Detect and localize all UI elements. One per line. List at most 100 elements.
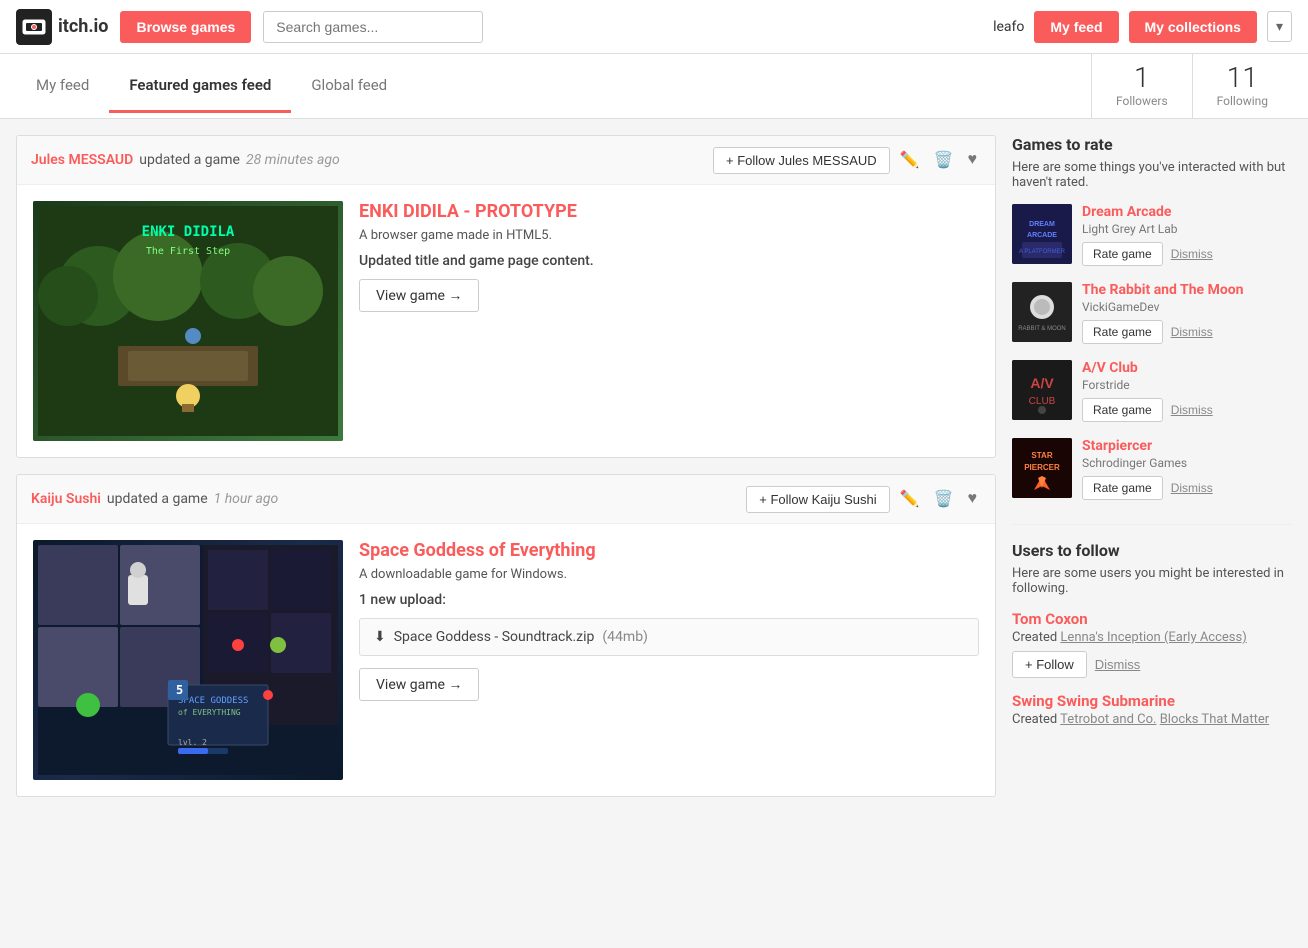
rate-game-dev-dream[interactable]: Light Grey Art Lab [1082,222,1292,236]
followers-count: 1 [1116,64,1168,92]
users-to-follow-desc: Here are some users you might be interes… [1012,566,1292,596]
rate-game-actions-dream: Rate game Dismiss [1082,242,1292,266]
thumb-space-art: SPACE GODDESS of EVERYTHING 5 [33,540,343,780]
follow-name-swingswing[interactable]: Swing Swing Submarine [1012,692,1292,710]
card2-actions: + Follow Kaiju Sushi ✏️ 🗑️ ♥ [746,485,981,513]
username-label: leafo [993,19,1024,35]
feed-card-1-body: ENKI DIDILA The First Step ENKI DIDILA -… [17,185,995,457]
feed-card-2-header: Kaiju Sushi updated a game 1 hour ago + … [17,475,995,524]
rate-game-title-dream[interactable]: Dream Arcade [1082,204,1292,220]
time-text-1: 28 minutes ago [246,152,340,168]
rate-game-actions-rabbit: Rate game Dismiss [1082,320,1292,344]
followers-stat: 1 Followers [1092,54,1193,118]
browse-games-button[interactable]: Browse games [120,11,251,43]
follow-name-tomcoxon[interactable]: Tom Coxon [1012,610,1292,628]
follow-game-link-tomcoxon[interactable]: Lenna's Inception (Early Access) [1060,630,1246,645]
thumb-rabbit: RABBIT & MOON [1012,282,1072,342]
rate-button-dream[interactable]: Rate game [1082,242,1163,266]
follow-desc-tomcoxon: Created Lenna's Inception (Early Access) [1012,630,1292,645]
svg-text:lvl. 2: lvl. 2 [178,738,207,747]
rate-game-dev-starpierce[interactable]: Schrodinger Games [1082,456,1292,470]
tab-global[interactable]: Global feed [291,60,407,113]
tab-featured[interactable]: Featured games feed [109,60,291,113]
author-link-kaiju[interactable]: Kaiju Sushi [31,491,101,507]
rate-game-title-rabbit[interactable]: The Rabbit and The Moon [1082,282,1292,298]
heart-icon-1[interactable]: ♥ [964,147,982,173]
edit-icon-1[interactable]: ✏️ [896,146,924,174]
my-collections-button[interactable]: My collections [1129,11,1257,43]
dropdown-button[interactable]: ▾ [1267,11,1292,42]
dismiss-follow-tomcoxon[interactable]: Dismiss [1095,657,1141,672]
sidebar: Games to rate Here are some things you'v… [1012,135,1292,813]
svg-text:A PLATFORMER: A PLATFORMER [1019,249,1066,255]
heart-icon-2[interactable]: ♥ [964,486,982,512]
my-feed-button[interactable]: My feed [1034,11,1118,43]
follow-kaiju-button[interactable]: + Follow Kaiju Sushi [746,486,889,513]
feed-card-2: Kaiju Sushi updated a game 1 hour ago + … [16,474,996,797]
svg-text:RABBIT & MOON: RABBIT & MOON [1018,326,1066,332]
svg-text:of EVERYTHING: of EVERYTHING [178,708,241,717]
rate-game-title-starpierce[interactable]: Starpiercer [1082,438,1292,454]
rate-game-dev-rabbit[interactable]: VickiGameDev [1082,300,1292,314]
tab-myfeed[interactable]: My feed [16,60,109,113]
svg-text:A/V: A/V [1030,375,1054,391]
thumb-dream: DREAM ARCADE A PLATFORMER [1012,204,1072,264]
game-thumbnail-enki: ENKI DIDILA The First Step [33,201,343,441]
games-to-rate-desc: Here are some things you've interacted w… [1012,160,1292,190]
rate-game-info-rabbit: The Rabbit and The Moon VickiGameDev Rat… [1082,282,1292,344]
sidebar-divider [1012,524,1292,525]
svg-text:5: 5 [176,683,183,697]
view-game-button-1[interactable]: View game → [359,279,479,312]
rate-game-info-starpierce: Starpiercer Schrodinger Games Rate game … [1082,438,1292,500]
thumb-avclub: A/V CLUB [1012,360,1072,420]
rate-item-rabbit: RABBIT & MOON The Rabbit and The Moon Vi… [1012,282,1292,344]
delete-icon-2[interactable]: 🗑️ [930,485,958,513]
upload-box: ⬇ Space Goddess - Soundtrack.zip (44mb) [359,618,979,656]
action-text-2: updated a game [107,491,208,507]
rate-game-dev-avclub[interactable]: Forstride [1082,378,1292,392]
view-game-button-2[interactable]: View game → [359,668,479,701]
feed-column: Jules MESSAUD updated a game 28 minutes … [16,135,996,813]
rate-item-avclub: A/V CLUB A/V Club Forstride Rate game Di… [1012,360,1292,422]
edit-icon-2[interactable]: ✏️ [896,485,924,513]
game-title-enki[interactable]: ENKI DIDILA - PROTOTYPE [359,201,979,222]
follow-button-tomcoxon[interactable]: + Follow [1012,651,1087,678]
header-right: leafo My feed My collections ▾ [993,11,1292,43]
dismiss-button-avclub[interactable]: Dismiss [1171,403,1213,417]
svg-text:DREAM: DREAM [1029,221,1055,228]
game-update-enki: Updated title and game page content. [359,253,979,269]
svg-text:The First Step: The First Step [146,246,230,257]
game-title-space[interactable]: Space Goddess of Everything [359,540,979,561]
upload-filename: Space Goddess - Soundtrack.zip [394,629,595,645]
feed-card-2-body: SPACE GODDESS of EVERYTHING 5 [17,524,995,796]
game-update-space: 1 new upload: [359,592,979,608]
follow-actions-tomcoxon: + Follow Dismiss [1012,651,1292,678]
follow-desc-swingswing: Created Tetrobot and Co. Blocks That Mat… [1012,712,1292,727]
rate-game-info-avclub: A/V Club Forstride Rate game Dismiss [1082,360,1292,422]
game-desc-enki: A browser game made in HTML5. [359,228,979,243]
rate-item-dream: DREAM ARCADE A PLATFORMER Dream Arcade L… [1012,204,1292,266]
main-layout: Jules MESSAUD updated a game 28 minutes … [0,119,1308,829]
author-link-jules[interactable]: Jules MESSAUD [31,152,133,168]
rate-button-avclub[interactable]: Rate game [1082,398,1163,422]
logo[interactable]: itch.io [16,9,108,45]
game-info-2: Space Goddess of Everything A downloadab… [359,540,979,780]
thumb-enki-art: ENKI DIDILA The First Step [33,201,343,441]
search-input[interactable] [263,11,483,43]
follow-game-link2-swingswing[interactable]: Blocks That Matter [1160,712,1269,727]
header: itch.io Browse games leafo My feed My co… [0,0,1308,54]
logo-icon [16,9,52,45]
follow-item-tomcoxon: Tom Coxon Created Lenna's Inception (Ear… [1012,610,1292,678]
dismiss-button-starpierce[interactable]: Dismiss [1171,481,1213,495]
rate-button-starpierce[interactable]: Rate game [1082,476,1163,500]
rate-button-rabbit[interactable]: Rate game [1082,320,1163,344]
follow-game-link1-swingswing[interactable]: Tetrobot and Co. [1060,712,1156,727]
delete-icon-1[interactable]: 🗑️ [930,146,958,174]
rate-game-title-avclub[interactable]: A/V Club [1082,360,1292,376]
stats-area: 1 Followers 11 Following [1091,54,1292,118]
svg-text:ENKI DIDILA: ENKI DIDILA [142,224,235,240]
dismiss-button-dream[interactable]: Dismiss [1171,247,1213,261]
follow-jules-button[interactable]: + Follow Jules MESSAUD [713,147,890,174]
tabs-bar: My feed Featured games feed Global feed … [0,54,1308,119]
dismiss-button-rabbit[interactable]: Dismiss [1171,325,1213,339]
